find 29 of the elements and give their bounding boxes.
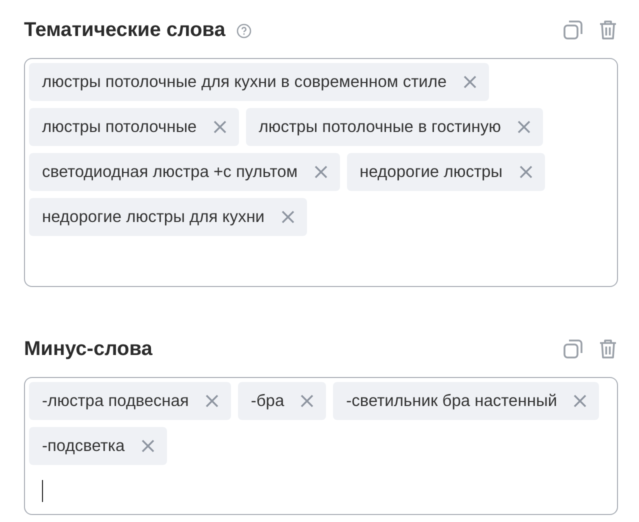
close-icon[interactable] xyxy=(280,210,295,224)
close-icon[interactable] xyxy=(517,120,532,134)
close-icon[interactable] xyxy=(212,120,227,134)
copy-icon[interactable] xyxy=(562,338,584,360)
close-icon[interactable] xyxy=(462,75,477,89)
section-title: Минус-слова xyxy=(24,338,152,360)
tag-label: люстры потолочные для кухни в современном стиле xyxy=(42,72,447,92)
trash-icon[interactable] xyxy=(598,338,618,360)
tag-label: светодиодная люстра +с пультом xyxy=(42,162,298,182)
tag-label: -подсветка xyxy=(42,436,125,456)
trash-icon[interactable] xyxy=(598,19,618,41)
close-icon[interactable] xyxy=(204,394,219,408)
tag-label: -люстра подвесная xyxy=(42,392,189,410)
close-icon[interactable] xyxy=(573,394,588,408)
close-icon[interactable] xyxy=(314,165,328,179)
tag-label: люстры потолочные xyxy=(42,118,197,136)
help-icon[interactable] xyxy=(236,23,252,39)
section-title: Тематические слова xyxy=(24,18,226,42)
close-icon[interactable] xyxy=(140,439,155,453)
tag-label: -бра xyxy=(250,392,284,410)
copy-icon[interactable] xyxy=(562,19,584,41)
tag-input-field[interactable]: -люстра подвесная -бра -светильник бра настенный -подсветка xyxy=(24,377,618,515)
tag-input-field[interactable]: люстры потолочные для кухни в современном стиле люстры потолочные люстры потолочные в гостиную светодиодная люстра +с пультом недорогие люстры недорогие люстры для кухни xyxy=(24,58,618,287)
tag-label: недорогие люстры xyxy=(360,162,503,182)
tag-label: недорогие люстры для кухни xyxy=(42,208,265,226)
close-icon[interactable] xyxy=(518,165,533,179)
close-icon[interactable] xyxy=(300,394,314,408)
tag-label: -светильник бра настенный xyxy=(346,392,558,410)
tag-label: люстры потолочные в гостиную xyxy=(258,118,502,136)
